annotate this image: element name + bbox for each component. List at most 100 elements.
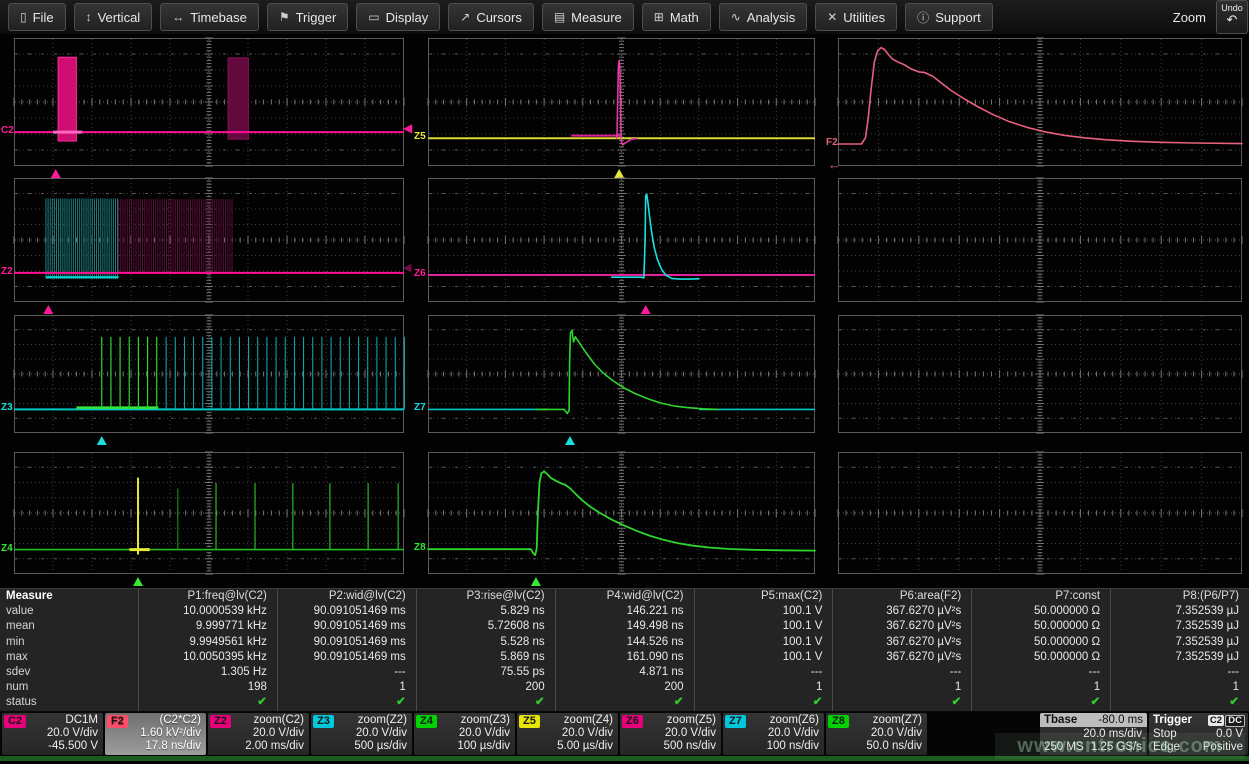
channel-descriptor-z4[interactable]: Z4zoom(Z3)20.0 V/div100 µs/div <box>414 713 515 755</box>
waveform-display-area: C2Z5F2Z2Z6Z3Z7Z4Z8◀◀← <box>0 34 1249 588</box>
timebase-descriptor[interactable]: Tbase -80.0 ms 20.0 ms/div 250 MS 1.25 G… <box>1040 713 1147 755</box>
measure-mean-p3: 5.72608 ns <box>416 619 555 634</box>
undo-button[interactable]: Undo ↶ <box>1216 0 1248 34</box>
measure-col-header-p7: P7:const <box>971 589 1110 604</box>
cursors-icon: ↗ <box>460 10 470 24</box>
trace-label-z8: Z8 <box>414 542 427 553</box>
measure-max-p4: 161.090 ns <box>555 650 694 665</box>
channel-descriptor-z5[interactable]: Z5zoom(Z4)20.0 V/div5.00 µs/div <box>517 713 618 755</box>
channel-descriptor-c2[interactable]: C2DC1M20.0 V/div-45.500 V <box>2 713 103 755</box>
analysis-icon: ∿ <box>731 10 741 24</box>
menu-button-vertical[interactable]: ↕Vertical <box>74 3 153 31</box>
measure-status-p8: ✔ <box>1110 695 1249 710</box>
trace-label-z4: Z4 <box>1 543 14 554</box>
measure-mean-p1: 9.999771 kHz <box>138 619 277 634</box>
channel-descriptor-z7[interactable]: Z7zoom(Z6)20.0 V/div100 ns/div <box>723 713 824 755</box>
descriptor-vdiv: 20.0 V/div <box>871 727 922 740</box>
trigger-descriptor[interactable]: Trigger C2 DC Stop 0.0 V Edge Positive <box>1149 713 1248 755</box>
channel-tab-c2: C2 <box>4 715 26 728</box>
menu-label: Support <box>935 10 981 25</box>
menu-label: Timebase <box>190 10 247 25</box>
trigger-coupling-badge: DC <box>1225 715 1245 727</box>
channel-descriptor-z8[interactable]: Z8zoom(Z7)20.0 V/div50.0 ns/div <box>826 713 927 755</box>
file-icon: ▯ <box>20 10 27 24</box>
measure-col-header-p4: P4:wid@lv(C2) <box>555 589 694 604</box>
descriptor-tdiv: 5.00 µs/div <box>557 740 613 753</box>
measure-value-p3: 5.829 ns <box>416 604 555 619</box>
measure-col-header-p8: P8:(P6/P7) <box>1110 589 1249 604</box>
measure-min-p8: 7.352539 µJ <box>1110 635 1249 650</box>
descriptor-source: DC1M <box>65 714 98 727</box>
panel-empty-2 <box>838 315 1242 447</box>
descriptor-source: (C2*C2) <box>159 714 201 727</box>
measure-value-p4: 146.221 ns <box>555 604 694 619</box>
timebase-per-div: 20.0 ms/div <box>1083 728 1142 741</box>
menu-button-support[interactable]: ⓘSupport <box>905 3 993 31</box>
descriptor-source: zoom(Z3) <box>461 714 510 727</box>
descriptor-tdiv: 50.0 ns/div <box>866 740 922 753</box>
panel-z5 <box>428 38 815 180</box>
timebase-icon: ↔ <box>172 10 184 24</box>
panel-empty-3 <box>838 452 1242 588</box>
math-icon: ⊞ <box>654 10 664 24</box>
measure-status-p6: ✔ <box>832 695 971 710</box>
descriptor-vdiv: 20.0 V/div <box>356 727 407 740</box>
bottom-green-strip <box>0 756 1249 761</box>
panel-z4 <box>14 452 404 588</box>
descriptor-source: zoom(Z2) <box>358 714 407 727</box>
measure-sdev-p8: --- <box>1110 665 1249 680</box>
channel-descriptor-z6[interactable]: Z6zoom(Z5)20.0 V/div500 ns/div <box>620 713 721 755</box>
channel-descriptor-z2[interactable]: Z2zoom(C2)20.0 V/div2.00 ms/div <box>208 713 309 755</box>
trigger-source-badge: C2 <box>1208 715 1224 726</box>
measure-num-p2: 1 <box>277 680 416 695</box>
measure-sdev-p3: 75.55 ps <box>416 665 555 680</box>
panel-z2 <box>14 178 404 316</box>
measure-num-p5: 1 <box>694 680 833 695</box>
menu-button-analysis[interactable]: ∿ Analysis <box>719 3 807 31</box>
descriptor-vdiv: 20.0 V/div <box>459 727 510 740</box>
trigger-mode: Stop <box>1153 728 1177 741</box>
measure-row-label-max: max <box>0 650 138 665</box>
measure-max-p8: 7.352539 µJ <box>1110 650 1249 665</box>
zoom-mode-label: Zoom <box>1173 10 1206 25</box>
channel-descriptor-f2[interactable]: F2(C2*C2)1.60 kV²/div17.8 ns/div <box>105 713 206 755</box>
menu-button-file[interactable]: ▯File <box>8 3 66 31</box>
channel-tab-z2: Z2 <box>210 715 231 728</box>
menu-button-cursors[interactable]: ↗ Cursors <box>448 3 534 31</box>
menu-button-display[interactable]: ▭Display <box>356 3 440 31</box>
measure-min-p4: 144.526 ns <box>555 635 694 650</box>
timebase-samples: 250 MS <box>1044 741 1084 754</box>
menu-button-measure[interactable]: ▤Measure <box>542 3 634 31</box>
undo-icon: ↶ <box>1217 13 1247 26</box>
panel-empty-1 <box>838 178 1242 316</box>
measure-value-p8: 7.352539 µJ <box>1110 604 1249 619</box>
measure-sdev-p4: 4.871 ns <box>555 665 694 680</box>
measure-max-p3: 5.869 ns <box>416 650 555 665</box>
measure-row-label-value: value <box>0 604 138 619</box>
descriptor-tdiv: 2.00 ms/div <box>245 740 304 753</box>
trace-label-f2: F2 <box>826 137 839 148</box>
measure-max-p5: 100.1 V <box>694 650 833 665</box>
menu-button-math[interactable]: ⊞Math <box>642 3 711 31</box>
channel-tab-f2: F2 <box>107 715 128 728</box>
measure-icon: ▤ <box>554 10 565 24</box>
channel-tab-z3: Z3 <box>313 715 334 728</box>
menu-button-utilities[interactable]: ✕Utilities <box>815 3 897 31</box>
menu-button-trigger[interactable]: ⚑Trigger <box>267 3 348 31</box>
menu-buttons: ▯File ↕Vertical ↔ Timebase ⚑Trigger ▭Display ↗… <box>0 3 993 31</box>
trigger-icon: ⚑ <box>279 10 290 24</box>
measure-col-header-p2: P2:wid@lv(C2) <box>277 589 416 604</box>
trigger-slope: Positive <box>1203 741 1243 754</box>
channel-descriptor-z3[interactable]: Z3zoom(Z2)20.0 V/div500 µs/div <box>311 713 412 755</box>
menu-button-timebase[interactable]: ↔ Timebase <box>160 3 259 31</box>
menu-label: Cursors <box>476 10 522 25</box>
vertical-icon: ↕ <box>86 10 92 24</box>
trigger-label: Trigger <box>1153 713 1192 727</box>
menu-label: Analysis <box>747 10 795 25</box>
trace-label-z7: Z7 <box>414 402 427 413</box>
measure-min-p1: 9.9949561 kHz <box>138 635 277 650</box>
timebase-sample-rate: 1.25 GS/s <box>1091 741 1142 754</box>
measure-status-p3: ✔ <box>416 695 555 710</box>
panel-f2 <box>838 38 1242 180</box>
descriptor-vdiv: 20.0 V/div <box>253 727 304 740</box>
